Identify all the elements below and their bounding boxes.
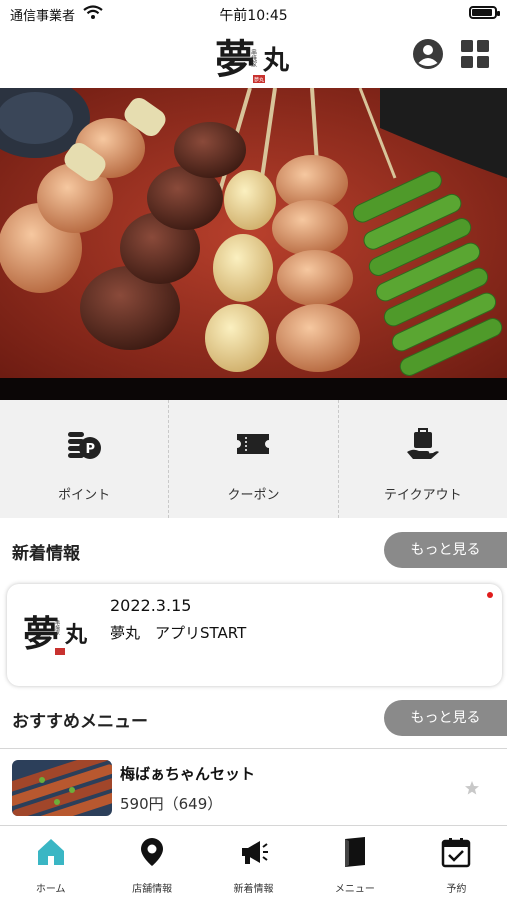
tab-label-store-info: 店舗情報: [132, 884, 173, 895]
quick-item-points[interactable]: P ポイント: [0, 400, 170, 518]
quick-menu: P ポイント クーポン テイクアウト: [0, 400, 507, 518]
quick-item-takeout[interactable]: テイクアウト: [339, 400, 507, 518]
yakitori-photo: [0, 88, 507, 400]
battery-icon: [469, 6, 500, 19]
megaphone-icon: [241, 841, 268, 864]
takeout-bag-icon: [406, 428, 439, 459]
tab-reservation[interactable]: 予約: [406, 826, 507, 900]
calendar-check-icon: [442, 838, 471, 868]
tab-news[interactable]: 新着情報: [203, 826, 304, 900]
quick-label-coupon: クーポン: [227, 488, 280, 503]
svg-text:P: P: [86, 442, 96, 457]
tab-label-home: ホーム: [35, 884, 66, 895]
profile-icon[interactable]: [412, 38, 444, 70]
menu-item-thumbnail: [12, 760, 112, 816]
news-text: 夢丸 アプリSTART: [110, 624, 247, 642]
coupon-ticket-icon: [237, 434, 270, 454]
quick-label-takeout: テイクアウト: [383, 488, 462, 503]
news-more-button[interactable]: もっと見る: [384, 532, 507, 568]
recommend-section-header: おすすめメニュー もっと見る: [0, 698, 507, 738]
hero-banner-image[interactable]: [0, 88, 507, 400]
menu-item-name: 梅ばぁちゃんセット: [120, 765, 256, 783]
news-section-header: 新着情報 もっと見る: [0, 530, 507, 570]
recommend-section-title: おすすめメニュー: [12, 712, 148, 732]
tab-label-menu: メニュー: [334, 884, 375, 895]
tab-label-reservation: 予約: [446, 884, 467, 895]
news-section-title: 新着情報: [12, 544, 80, 564]
quick-label-points: ポイント: [58, 488, 111, 503]
quick-item-coupon[interactable]: クーポン: [169, 400, 339, 518]
favorite-star-icon[interactable]: [463, 779, 481, 797]
grid-menu-icon[interactable]: [461, 40, 489, 68]
menu-book-icon: [344, 837, 365, 867]
status-bar: 通信事業者 午前10:45: [0, 0, 507, 26]
tab-menu[interactable]: メニュー: [304, 826, 405, 900]
menu-item-price: 590円（649）: [120, 795, 223, 813]
menu-item-row[interactable]: 梅ばぁちゃんセット 590円（649）: [0, 748, 507, 826]
news-logo-thumbnail: 夢 丸 串焼家: [23, 613, 88, 655]
bottom-tab-bar: ホーム 店舗情報 新着情報 メニュー 予約: [0, 826, 507, 900]
yumemaru-logo[interactable]: 夢 丸 串焼家 夢丸: [213, 29, 295, 85]
recommend-more-button[interactable]: もっと見る: [384, 700, 507, 736]
status-time: 午前10:45: [219, 8, 288, 24]
news-date: 2022.3.15: [110, 596, 192, 615]
svg-text:串焼家: 串焼家: [250, 48, 257, 67]
tab-label-news: 新着情報: [233, 884, 274, 895]
app-header: 夢 丸 串焼家 夢丸: [0, 26, 507, 88]
svg-text:夢丸: 夢丸: [254, 77, 264, 84]
svg-text:串焼家: 串焼家: [54, 620, 60, 635]
svg-text:丸: 丸: [64, 622, 88, 648]
tab-store-info[interactable]: 店舗情報: [101, 826, 202, 900]
location-pin-icon: [141, 838, 164, 866]
svg-text:丸: 丸: [262, 46, 290, 76]
points-coins-icon: P: [68, 432, 102, 459]
home-icon: [37, 839, 64, 865]
news-card[interactable]: 夢 丸 串焼家 2022.3.15 夢丸 アプリSTART: [7, 584, 502, 686]
unread-indicator: [487, 592, 493, 598]
tab-home[interactable]: ホーム: [0, 826, 101, 900]
